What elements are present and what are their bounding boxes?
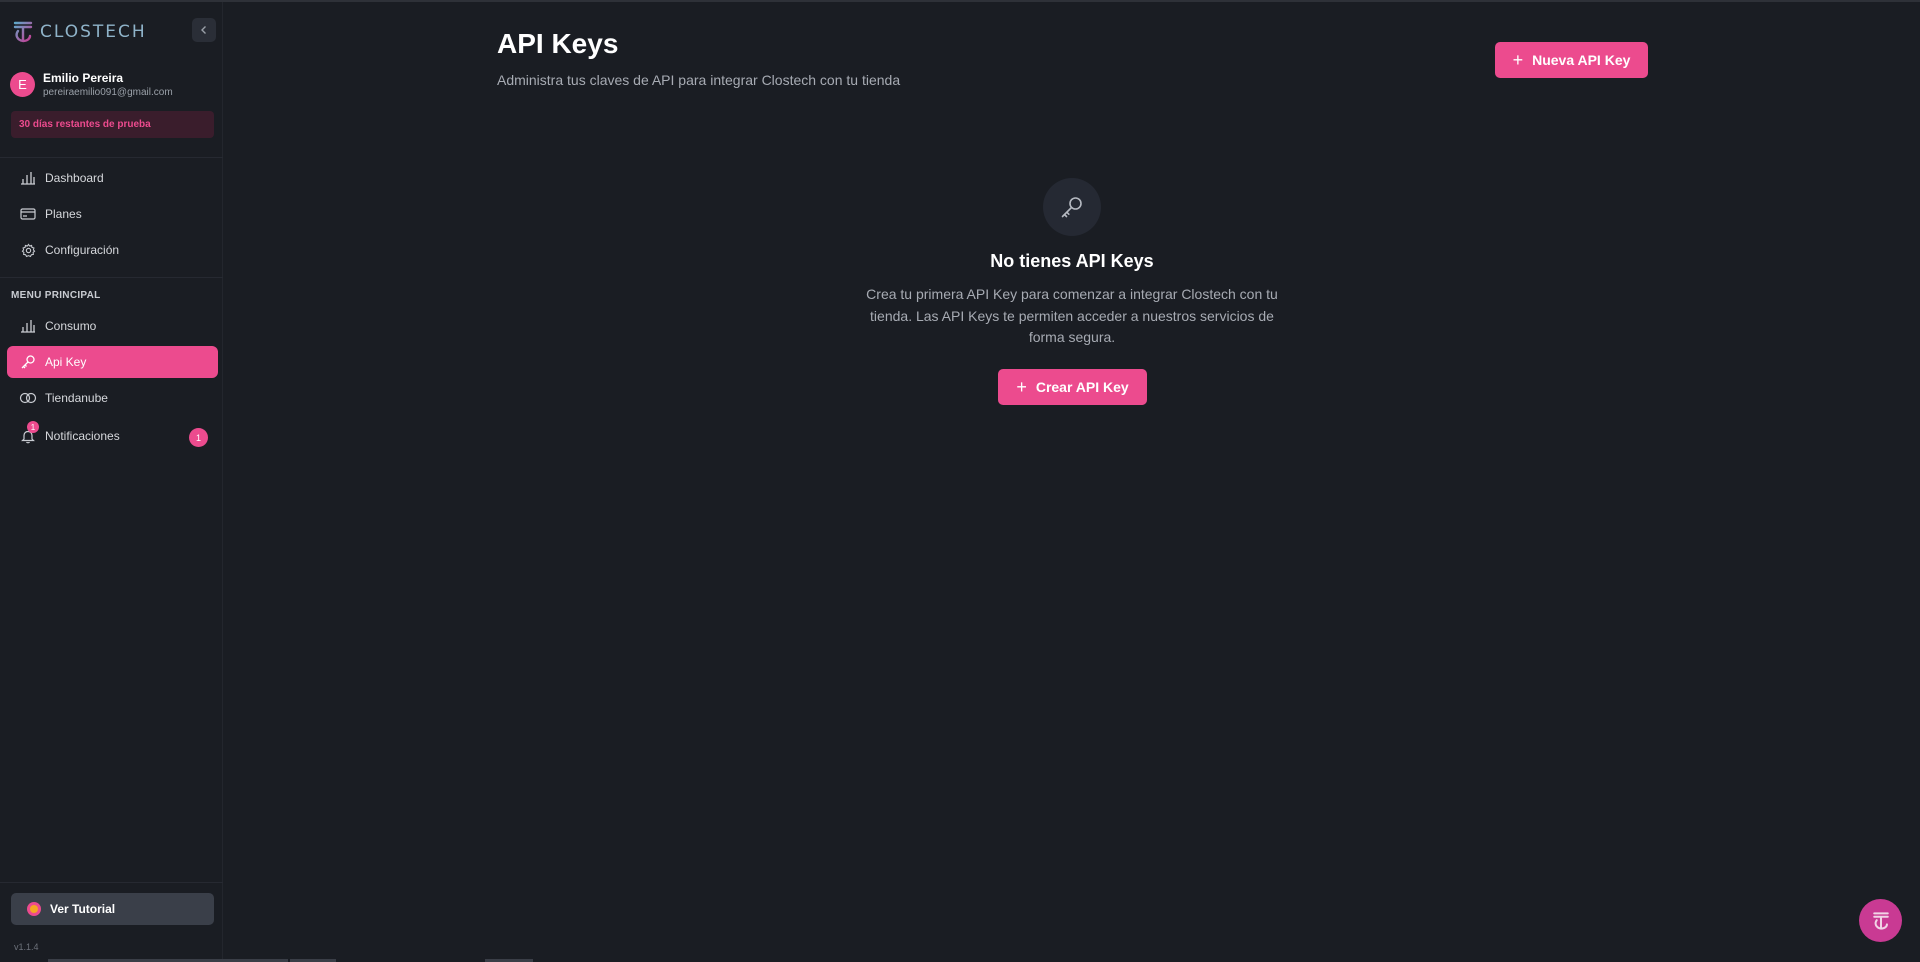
notification-count-badge: 1 <box>189 428 208 447</box>
chevron-left-icon <box>201 26 206 34</box>
empty-state-description: Crea tu primera API Key para comenzar a … <box>866 286 1278 345</box>
plus-icon: + <box>1512 50 1524 70</box>
clostech-logo-icon <box>1872 911 1889 930</box>
sidebar-item-dashboard[interactable]: Dashboard <box>7 162 218 194</box>
collapse-sidebar-button[interactable] <box>192 18 216 42</box>
clostech-logo-icon <box>13 21 33 43</box>
new-api-key-label: Nueva API Key <box>1532 52 1631 68</box>
cloud-icon <box>19 389 37 407</box>
tutorial-icon <box>27 902 41 916</box>
sidebar-item-planes[interactable]: Planes <box>7 198 218 230</box>
sidebar-item-label: Consumo <box>45 319 97 333</box>
top-border <box>0 0 1920 2</box>
credit-card-icon <box>19 205 37 223</box>
divider <box>0 882 223 883</box>
sidebar-item-label: Api Key <box>45 355 87 369</box>
new-api-key-button[interactable]: + Nueva API Key <box>1495 42 1648 78</box>
sidebar-item-configuracion[interactable]: Configuración <box>7 234 218 266</box>
key-icon <box>19 353 37 371</box>
divider <box>0 157 223 158</box>
avatar: E <box>10 72 35 97</box>
notification-dot-badge: 1 <box>27 421 39 433</box>
sidebar-item-label: Dashboard <box>45 171 104 185</box>
sidebar-item-consumo[interactable]: Consumo <box>7 310 218 342</box>
sidebar-item-label: Planes <box>45 207 82 221</box>
ver-tutorial-button[interactable]: Ver Tutorial <box>11 893 214 925</box>
tutorial-label: Ver Tutorial <box>50 902 116 916</box>
sidebar-item-api-key[interactable]: Api Key <box>7 346 218 378</box>
app-name: CLOSTECH <box>40 22 147 42</box>
empty-state-title: No tienes API Keys <box>990 251 1154 271</box>
bell-icon: 1 <box>19 421 39 445</box>
app-version: v1.1.4 <box>14 942 39 952</box>
user-email: pereiraemilio091@gmail.com <box>43 87 173 98</box>
page-subtitle: Administra tus claves de API para integr… <box>497 72 901 88</box>
sidebar-item-label: Notificaciones <box>45 429 120 443</box>
sidebar-item-label: Tiendanube <box>45 391 108 405</box>
create-api-key-label: Crear API Key <box>1035 379 1129 395</box>
section-label: MENU PRINCIPAL <box>11 290 101 301</box>
divider <box>0 277 223 278</box>
page-title: API Keys <box>497 28 619 59</box>
user-profile[interactable]: E Emilio Pereira pereiraemilio091@gmail.… <box>10 71 173 98</box>
empty-state-icon-wrapper <box>1043 178 1101 236</box>
gear-icon <box>19 241 37 259</box>
sidebar-item-label: Configuración <box>45 243 120 257</box>
sidebar: CLOSTECH E Emilio Pereira pereiraemilio0… <box>0 2 223 962</box>
logo[interactable]: CLOSTECH <box>12 16 147 48</box>
create-api-key-button[interactable]: + Crear API Key <box>998 369 1147 405</box>
sidebar-item-notificaciones[interactable]: 1 Notificaciones 1 <box>7 420 218 452</box>
bar-chart-icon <box>19 169 37 187</box>
trial-badge: 30 días restantes de prueba <box>11 111 214 138</box>
plus-icon: + <box>1016 377 1027 397</box>
sidebar-item-tiendanube[interactable]: Tiendanube <box>7 382 218 414</box>
bar-chart-icon <box>19 317 37 335</box>
user-name: Emilio Pereira <box>43 71 124 85</box>
clostech-chat-button[interactable] <box>1859 899 1902 942</box>
key-icon <box>1061 197 1082 218</box>
